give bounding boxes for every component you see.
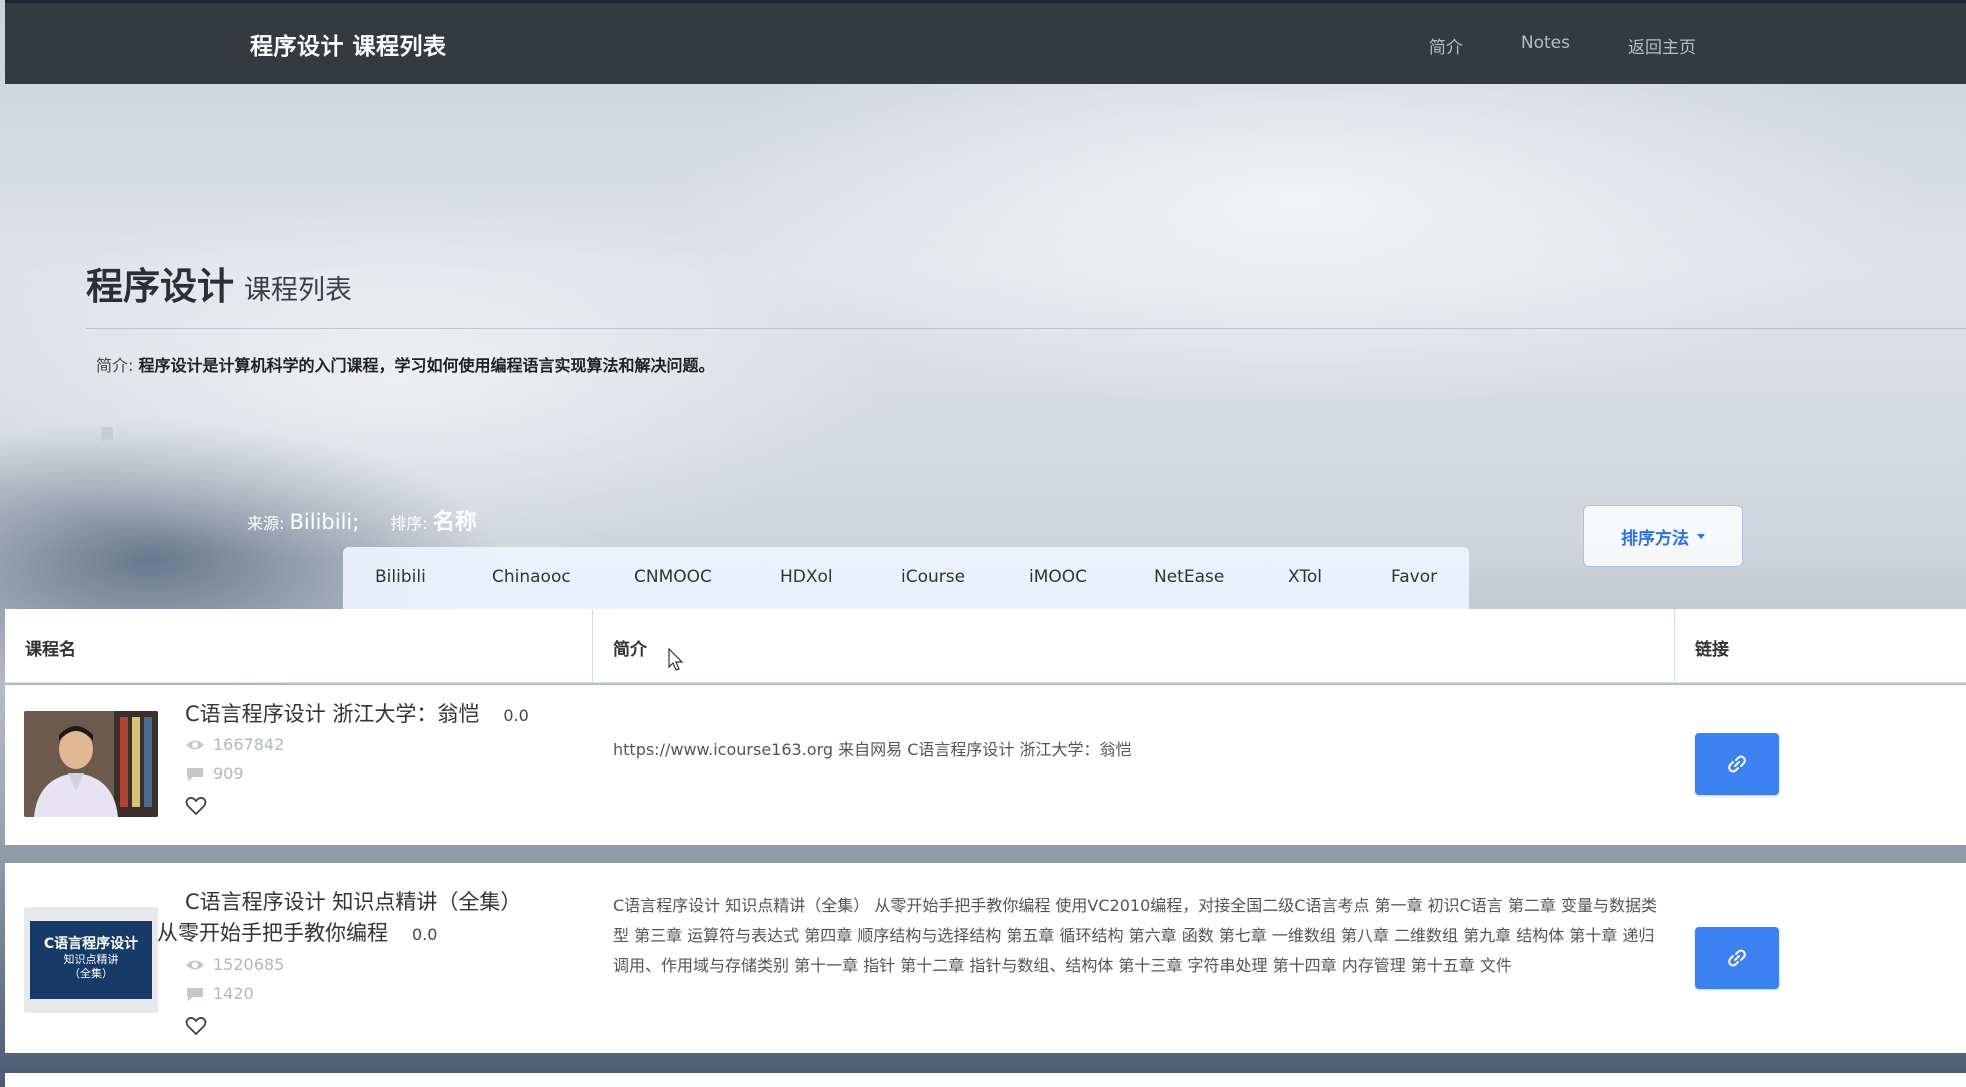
comments-stat: 1420 — [185, 984, 254, 1003]
thumbnail-cover: C语言程序设计 知识点精讲 （全集） — [30, 921, 152, 999]
table-header: 课程名 简介 链接 — [5, 609, 1966, 683]
page-title: 程序设计 课程列表 — [86, 256, 352, 310]
table-row: C语言程序设计 浙江大学：翁恺 0.0 1667842 909 https://w… — [5, 685, 1966, 845]
navbar-links: 简介 Notes 返回主页 — [1429, 33, 1696, 58]
comment-icon — [187, 767, 203, 781]
navbar-brand[interactable]: 程序设计 课程列表 — [250, 27, 447, 61]
course-thumbnail[interactable] — [24, 711, 158, 817]
comments-stat: 909 — [185, 764, 244, 783]
top-navbar: 程序设计 课程列表 简介 Notes 返回主页 — [5, 0, 1966, 84]
lecturer-image — [24, 711, 158, 817]
comment-icon — [187, 987, 203, 1001]
views-stat: 1520685 — [185, 955, 284, 974]
course-title[interactable]: C语言程序设计 知识点精讲（全集） — [185, 887, 521, 918]
comment-count: 1420 — [213, 984, 254, 1003]
link-icon — [1728, 949, 1746, 967]
sort-value: 名称 — [432, 510, 477, 535]
tab-xtol[interactable]: XTol — [1288, 567, 1322, 587]
course-rating: 0.0 — [412, 925, 438, 944]
link-icon — [1728, 755, 1746, 773]
header-course-name: 课程名 — [25, 640, 76, 660]
heart-icon[interactable] — [185, 1016, 207, 1036]
course-title[interactable]: C语言程序设计 浙江大学：翁恺 0.0 — [185, 699, 529, 731]
header-link: 链接 — [1695, 640, 1729, 660]
column-separator — [1674, 609, 1675, 683]
view-count: 1520685 — [213, 955, 285, 974]
tab-chinaooc[interactable]: Chinaooc — [492, 567, 571, 587]
eye-icon — [186, 740, 204, 749]
header-description: 简介 — [613, 640, 647, 660]
tab-hdxol[interactable]: HDXol — [780, 567, 833, 587]
page-title-main: 程序设计 — [86, 265, 234, 308]
table-row: C语言程序设计 知识点精讲 （全集） C语言程序设计 知识点精讲（全集） 从零开… — [5, 863, 1966, 1053]
sort-method-label: 排序方法 — [1621, 528, 1689, 549]
thumbnail-note: （全集） — [69, 967, 113, 980]
tab-netease[interactable]: NetEase — [1154, 567, 1224, 587]
source-label: 来源: — [247, 514, 285, 533]
intro-text: 程序设计是计算机科学的入门课程，学习如何使用编程语言实现算法和解决问题。 — [138, 356, 715, 375]
nav-link-intro[interactable]: 简介 — [1429, 33, 1463, 58]
eye-icon — [186, 960, 204, 969]
course-description: https://www.icourse163.org 来自网易 C语言程序设计 … — [613, 740, 1132, 759]
course-title-text: C语言程序设计 知识点精讲（全集） — [185, 890, 522, 914]
table-row-partial — [5, 1073, 1966, 1087]
view-count: 1667842 — [213, 735, 285, 754]
tab-favor[interactable]: Favor — [1391, 567, 1437, 587]
source-value: Bilibili; — [289, 510, 360, 534]
sort-label: 排序: — [390, 514, 428, 533]
source-tabs: Bilibili Chinaooc CNMOOC HDXol iCourse i… — [343, 547, 1469, 609]
tab-imooc[interactable]: iMOOC — [1029, 567, 1087, 587]
bookmark-icon[interactable] — [100, 426, 114, 444]
course-link-button[interactable] — [1695, 733, 1779, 795]
heart-icon[interactable] — [185, 796, 207, 816]
tab-cnmooc[interactable]: CNMOOC — [634, 567, 712, 587]
course-description: C语言程序设计 知识点精讲（全集） 从零开始手把手教你编程 使用VC2010编程… — [613, 896, 1657, 975]
course-link-button[interactable] — [1695, 927, 1779, 989]
course-intro: 简介: 程序设计是计算机科学的入门课程，学习如何使用编程语言实现算法和解决问题。 — [96, 352, 715, 376]
nav-link-home[interactable]: 返回主页 — [1628, 33, 1696, 58]
column-separator — [592, 609, 593, 683]
thumbnail-subtitle: 知识点精讲 — [63, 953, 119, 966]
hero-divider — [86, 328, 1966, 329]
course-thumbnail[interactable]: C语言程序设计 知识点精讲 （全集） — [24, 907, 158, 1013]
comment-count: 909 — [213, 764, 244, 783]
source-sort-info: 来源: Bilibili; 排序: 名称 — [247, 504, 477, 536]
thumbnail-title: C语言程序设计 — [43, 936, 139, 952]
intro-label: 简介: — [96, 356, 134, 375]
tab-bilibili[interactable]: Bilibili — [375, 567, 426, 587]
sort-method-button[interactable]: 排序方法 — [1583, 505, 1743, 567]
course-title-text: C语言程序设计 浙江大学：翁恺 — [185, 702, 480, 726]
course-table: 课程名 简介 链接 C语言程序设计 浙江大学：翁恺 0.0 1667842 90… — [5, 609, 1966, 1087]
page-title-sub: 课程列表 — [244, 275, 352, 306]
views-stat: 1667842 — [185, 735, 284, 754]
caret-down-icon — [1697, 533, 1705, 539]
tab-icourse[interactable]: iCourse — [901, 567, 965, 587]
course-title-line2[interactable]: 从零开始手把手教你编程 0.0 — [157, 918, 437, 950]
nav-link-notes[interactable]: Notes — [1521, 33, 1570, 58]
course-title-text-2: 从零开始手把手教你编程 — [157, 921, 388, 945]
mouse-cursor-icon — [668, 648, 684, 671]
page: 程序设计 课程列表 简介 Notes 返回主页 程序设计 课程列表 简介: 程序设… — [0, 0, 1966, 1087]
course-rating: 0.0 — [503, 706, 529, 725]
